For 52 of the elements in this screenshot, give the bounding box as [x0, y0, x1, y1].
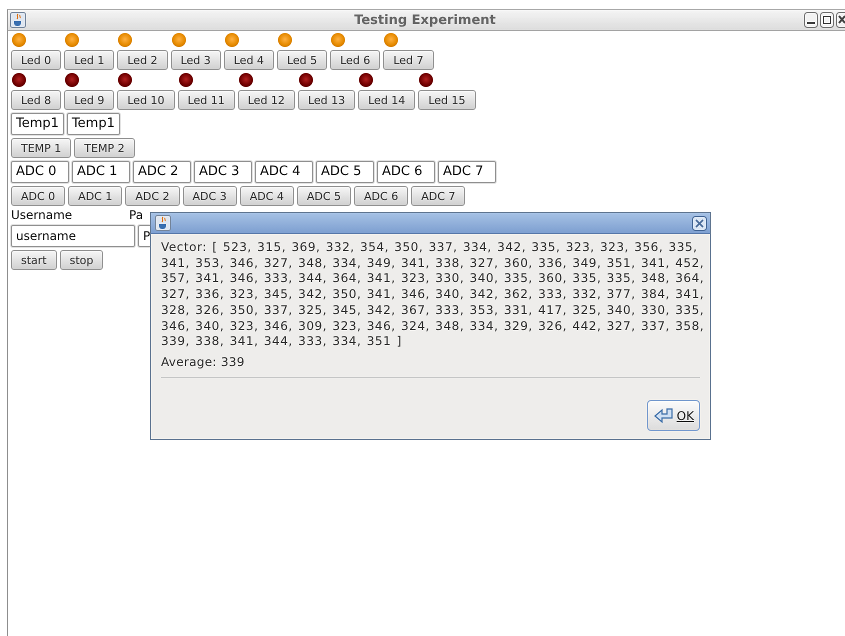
- adc-field[interactable]: ADC 1: [72, 161, 130, 183]
- adc-field[interactable]: ADC 2: [133, 161, 191, 183]
- adc-button[interactable]: ADC 3: [182, 186, 237, 206]
- close-icon[interactable]: [692, 216, 707, 230]
- vector-text: Vector: [ 523, 315, 369, 332, 354, 350, 337, 334, 342, 335, 323, 323, 356, 335, 341, 353, 346, 327, 348, 334, 349, 341, 338, 327, 360, 336, 349, 351, 341, 452, 357, 341, 346, 333, 344, 364, 341, 323, 330, 340, 335, 360, 335, 335, 348, 364, 327, 336, 323, 345, 342, 350, 341, 346, 340, 342, 362, 333, 332, 377, 384, 341, 328, 326, 350, 337, 325, 345, 342, 367, 333, 353, 331, 417, 325, 340, 330, 335, 346, 340, 323, 346, 309, 323, 346, 324, 348, 334, 329, 326, 442, 327, 337, 358, 339, 338, 341, 344, 333, 334, 351 ]: [161, 240, 700, 350]
- maximize-icon[interactable]: [820, 12, 834, 28]
- action-button[interactable]: start: [11, 250, 57, 270]
- adc-button[interactable]: ADC 1: [68, 186, 122, 206]
- led-button[interactable]: Led 0: [11, 50, 62, 70]
- action-button[interactable]: stop: [60, 250, 104, 270]
- adc-button[interactable]: ADC 7: [411, 186, 466, 206]
- minimize-icon[interactable]: [804, 12, 818, 28]
- led-button[interactable]: Led 8: [11, 90, 62, 110]
- adc-button[interactable]: ADC 5: [296, 186, 352, 206]
- led-button[interactable]: Led 9: [64, 90, 114, 110]
- adc-field[interactable]: ADC 5: [316, 161, 374, 183]
- led-button[interactable]: Led 2: [117, 50, 168, 70]
- adc-button[interactable]: ADC 0: [11, 186, 66, 206]
- return-arrow-icon: [652, 408, 675, 424]
- adc-button[interactable]: ADC 2: [125, 186, 180, 206]
- username-label: Username: [11, 208, 74, 222]
- password-label: Pa: [129, 208, 144, 222]
- adc-field[interactable]: ADC 0: [11, 161, 69, 183]
- led-button[interactable]: Led 4: [224, 50, 274, 70]
- username-field[interactable]: username: [11, 225, 135, 247]
- temp-field[interactable]: Temp1: [66, 113, 120, 135]
- ok-button[interactable]: OK: [646, 400, 700, 431]
- led-button[interactable]: Led 14: [358, 90, 416, 110]
- coffee-cup-icon: [10, 12, 26, 28]
- led-button[interactable]: Led 1: [64, 50, 114, 70]
- adc-field[interactable]: ADC 7: [438, 161, 496, 183]
- close-icon[interactable]: [836, 12, 845, 28]
- coffee-cup-icon: [155, 215, 171, 231]
- led-button[interactable]: Led 11: [178, 90, 235, 110]
- adc-field[interactable]: ADC 4: [255, 161, 313, 183]
- led-button[interactable]: Led 12: [238, 90, 295, 110]
- led-button[interactable]: Led 10: [117, 90, 175, 110]
- adc-field[interactable]: ADC 3: [194, 161, 252, 183]
- window-title: Testing Experiment: [353, 12, 497, 28]
- adc-button[interactable]: ADC 4: [240, 186, 294, 206]
- adc-button[interactable]: ADC 6: [354, 186, 408, 206]
- temp-button[interactable]: TEMP 2: [74, 138, 135, 158]
- adc-field[interactable]: ADC 6: [377, 161, 435, 183]
- temp-field[interactable]: Temp1: [11, 113, 64, 135]
- led-button[interactable]: Led 6: [330, 50, 380, 70]
- led-button[interactable]: Led 13: [298, 90, 356, 110]
- led-button[interactable]: Led 5: [276, 50, 328, 70]
- led-button[interactable]: Led 15: [418, 90, 476, 110]
- led-button[interactable]: Led 3: [170, 50, 221, 70]
- temp-button[interactable]: TEMP 1: [11, 138, 72, 158]
- led-button[interactable]: Led 7: [383, 50, 434, 70]
- average-text: Average: 339: [161, 354, 246, 369]
